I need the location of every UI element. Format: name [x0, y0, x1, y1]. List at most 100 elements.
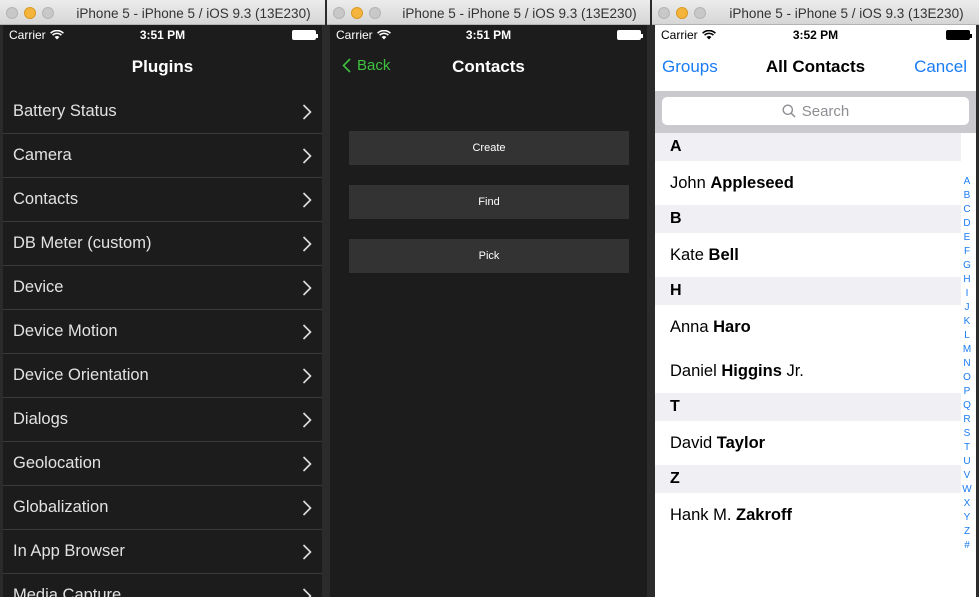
search-placeholder: Search: [801, 102, 850, 120]
section-header: A: [655, 133, 961, 161]
navigation-bar: Plugins: [3, 45, 322, 89]
contact-row[interactable]: John Appleseed: [655, 161, 961, 205]
plugin-list-item[interactable]: Device: [3, 266, 322, 310]
plugin-list-item[interactable]: Geolocation: [3, 442, 322, 486]
plugin-list-item[interactable]: Device Motion: [3, 310, 322, 354]
contact-last-name: Haro: [713, 318, 751, 336]
index-letter[interactable]: P: [964, 385, 971, 399]
chevron-right-icon: [302, 412, 312, 428]
navigation-bar: Back Contacts: [330, 45, 647, 89]
create-button[interactable]: Create: [349, 131, 629, 165]
search-input[interactable]: Search: [662, 97, 969, 125]
plugin-list-item-label: Battery Status: [13, 102, 117, 120]
index-letter[interactable]: G: [963, 259, 971, 273]
status-bar: Carrier 3:51 PM: [3, 25, 322, 45]
index-letter[interactable]: K: [964, 315, 971, 329]
contact-list: A John Appleseed B Kate Bell H Anna Haro Danie…: [655, 133, 961, 537]
contact-last-name: Zakroff: [736, 506, 792, 524]
plugin-list-item[interactable]: Device Orientation: [3, 354, 322, 398]
plugin-list-item-label: Globalization: [13, 498, 109, 516]
index-letter[interactable]: Y: [964, 511, 971, 525]
contact-row[interactable]: Hank M. Zakroff: [655, 493, 961, 537]
contact-row[interactable]: Anna Haro: [655, 305, 961, 349]
contact-last-name: Appleseed: [710, 174, 794, 192]
contact-first-name: David: [670, 434, 713, 452]
plugin-list-item[interactable]: Battery Status: [3, 90, 322, 134]
index-letter[interactable]: F: [964, 245, 970, 259]
plugin-list-item[interactable]: In App Browser: [3, 530, 322, 574]
plugin-list-item-label: Device Motion: [13, 322, 118, 340]
index-letter[interactable]: H: [963, 273, 970, 287]
plugin-list-item[interactable]: DB Meter (custom): [3, 222, 322, 266]
phone-screen: Carrier 3:51 PM Plugins Battery Status Ca…: [3, 25, 322, 597]
section-header: T: [655, 393, 961, 421]
plugin-list-item-label: Geolocation: [13, 454, 102, 472]
plugin-list-item-label: Dialogs: [13, 410, 69, 428]
index-letter[interactable]: Z: [964, 525, 970, 539]
plugin-list-item[interactable]: Camera: [3, 134, 322, 178]
plugin-list-item[interactable]: Globalization: [3, 486, 322, 530]
search-bar: Search: [655, 91, 976, 133]
index-letter[interactable]: T: [964, 441, 970, 455]
plugin-list-item[interactable]: Media Capture: [3, 574, 322, 597]
battery-icon: [617, 30, 643, 40]
index-letter[interactable]: V: [964, 469, 971, 483]
index-letter[interactable]: W: [962, 483, 971, 497]
index-letter[interactable]: #: [964, 539, 970, 553]
index-letter[interactable]: J: [965, 301, 970, 315]
chevron-right-icon: [302, 368, 312, 384]
window-titlebar: iPhone 5 - iPhone 5 / iOS 9.3 (13E230): [0, 0, 325, 25]
find-button[interactable]: Find: [349, 185, 629, 219]
plugin-list-item-label: Media Capture: [13, 586, 122, 597]
plugin-list-item-label: Contacts: [13, 190, 79, 208]
section-index[interactable]: A B C D E F G H I J K L M N O P Q R S T U V W X Y Z #: [960, 175, 974, 553]
index-letter[interactable]: D: [963, 217, 970, 231]
battery-icon: [946, 30, 972, 40]
window-title: iPhone 5 - iPhone 5 / iOS 9.3 (13E230): [729, 6, 964, 21]
chevron-right-icon: [302, 148, 312, 164]
window-title: iPhone 5 - iPhone 5 / iOS 9.3 (13E230): [402, 6, 637, 21]
index-letter[interactable]: M: [963, 343, 971, 357]
cancel-button[interactable]: Cancel: [914, 57, 967, 77]
nav-title: Plugins: [131, 57, 194, 76]
contact-first-name: Daniel: [670, 362, 717, 380]
section-header: B: [655, 205, 961, 233]
index-letter[interactable]: R: [963, 413, 970, 427]
index-letter[interactable]: S: [964, 427, 971, 441]
navigation-bar: Groups All Contacts Cancel: [655, 45, 976, 89]
simulator-window-all-contacts: iPhone 5 - iPhone 5 / iOS 9.3 (13E230) C…: [652, 0, 979, 597]
index-letter[interactable]: A: [964, 175, 971, 189]
index-letter[interactable]: U: [963, 455, 970, 469]
chevron-right-icon: [302, 500, 312, 516]
plugin-list-item[interactable]: Dialogs: [3, 398, 322, 442]
battery-icon: [292, 30, 318, 40]
index-letter[interactable]: N: [963, 357, 970, 371]
contact-row[interactable]: David Taylor: [655, 421, 961, 465]
chevron-right-icon: [302, 456, 312, 472]
contact-first-name: Kate: [670, 246, 704, 264]
nav-title: Contacts: [452, 57, 525, 76]
contact-first-name: Anna: [670, 318, 709, 336]
plugin-list-item[interactable]: Contacts: [3, 178, 322, 222]
index-letter[interactable]: E: [964, 231, 971, 245]
chevron-right-icon: [302, 236, 312, 252]
window-title: iPhone 5 - iPhone 5 / iOS 9.3 (13E230): [76, 6, 311, 21]
index-letter[interactable]: Q: [963, 399, 971, 413]
window-titlebar: iPhone 5 - iPhone 5 / iOS 9.3 (13E230): [652, 0, 979, 25]
chevron-right-icon: [302, 280, 312, 296]
index-letter[interactable]: L: [964, 329, 970, 343]
status-time: 3:51 PM: [139, 28, 186, 42]
index-letter[interactable]: X: [964, 497, 971, 511]
index-letter[interactable]: O: [963, 371, 971, 385]
plugin-list-item-label: Device: [13, 278, 64, 296]
chevron-right-icon: [302, 192, 312, 208]
index-letter[interactable]: B: [964, 189, 971, 203]
contact-row[interactable]: Kate Bell: [655, 233, 961, 277]
window-titlebar: iPhone 5 - iPhone 5 / iOS 9.3 (13E230): [327, 0, 650, 25]
simulator-window-contacts: iPhone 5 - iPhone 5 / iOS 9.3 (13E230) C…: [327, 0, 650, 597]
index-letter[interactable]: I: [966, 287, 969, 301]
section-header: Z: [655, 465, 961, 493]
index-letter[interactable]: C: [963, 203, 970, 217]
contact-row[interactable]: Daniel Higgins Jr.: [655, 349, 961, 393]
pick-button[interactable]: Pick: [349, 239, 629, 273]
